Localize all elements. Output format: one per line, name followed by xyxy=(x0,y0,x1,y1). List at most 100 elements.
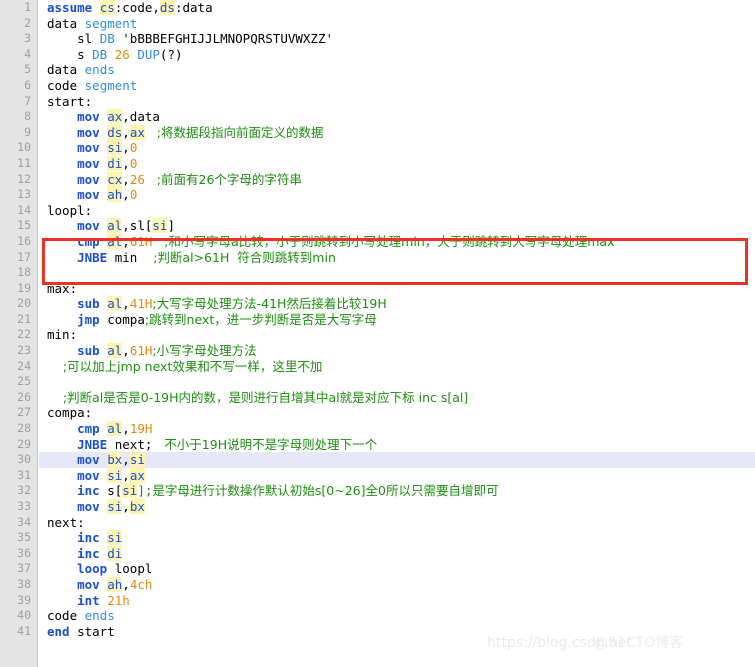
token-text: ,data xyxy=(122,109,160,125)
token-number: 19H xyxy=(129,421,153,437)
code-line-empty[interactable] xyxy=(39,265,755,281)
token-register: al xyxy=(107,218,123,234)
code-line[interactable]: s DB 26 DUP(?) xyxy=(39,47,755,63)
token-text: data xyxy=(47,15,85,31)
code-line[interactable]: sub al,41H;大写字母处理方法-41H然后接着比较19H xyxy=(39,296,755,312)
code-line[interactable]: inc di xyxy=(39,545,755,562)
token-text: min xyxy=(107,249,138,265)
token-text: , xyxy=(122,140,130,156)
token-text: next; xyxy=(107,436,153,452)
token-number: 41H xyxy=(129,296,153,312)
token-label: start: xyxy=(47,93,93,109)
line-number: 8 xyxy=(24,109,31,124)
line-number: 35 xyxy=(17,530,31,545)
code-line[interactable]: mov di,0 xyxy=(39,155,755,172)
code-line[interactable]: mov si,bx xyxy=(39,499,755,515)
line-number: 40 xyxy=(17,608,31,623)
line-number: 24 xyxy=(17,358,31,373)
code-line[interactable]: max: xyxy=(39,281,755,297)
code-line[interactable]: jmp compa;跳转到next，进一步判断是否是大写字母 xyxy=(39,312,755,328)
code-line[interactable]: sl DB 'bBBBEFGHIJJLMNOPQRSTUVWXZZ' xyxy=(39,31,755,47)
line-number: 17 xyxy=(17,249,31,264)
token-comment: ;判断al是否是0-19H内的数，是则进行自增其中al就是对应下标 inc s[… xyxy=(47,389,469,405)
token-number: 0 xyxy=(129,155,138,171)
line-number: 31 xyxy=(17,467,31,482)
code-line[interactable]: code segment xyxy=(39,78,755,94)
token-number: 21h xyxy=(107,592,130,608)
token-mnemonic: mov xyxy=(77,171,100,187)
token-mnemonic: mov xyxy=(77,155,100,171)
code-line[interactable]: code ends xyxy=(39,608,755,624)
line-number: 39 xyxy=(17,592,31,607)
code-line[interactable]: min: xyxy=(39,327,755,343)
token-mnemonic: mov xyxy=(77,467,100,483)
code-line[interactable]: ;判断al是否是0-19H内的数，是则进行自增其中al就是对应下标 inc s[… xyxy=(39,390,755,406)
code-line-empty[interactable] xyxy=(39,374,755,390)
code-line-current[interactable]: mov bx,si xyxy=(39,452,755,468)
code-line[interactable]: int 21h xyxy=(39,593,755,609)
watermark: https://blog.csdn.net@51CTO博客 xyxy=(487,632,683,652)
token-comment: ;可以加上jmp next效果和不写一样，这里不加 xyxy=(47,358,323,374)
code-line[interactable]: ;可以加上jmp next效果和不写一样，这里不加 xyxy=(39,359,755,375)
code-line[interactable]: assume cs:code,ds:data xyxy=(39,0,755,16)
token-register: cs xyxy=(99,0,115,15)
code-line[interactable]: mov si,0 xyxy=(39,140,755,156)
code-line[interactable]: mov al,sl[si] xyxy=(39,218,755,234)
code-line[interactable]: inc si xyxy=(39,530,755,546)
token-text: start xyxy=(69,623,115,639)
code-line[interactable]: JNBE min ;判断al>61H 符合则跳转到min xyxy=(39,250,755,266)
token-register: di xyxy=(107,545,123,561)
code-line[interactable]: loopl: xyxy=(39,203,755,219)
line-number: 15 xyxy=(17,218,31,233)
code-line[interactable]: mov ax,data xyxy=(39,109,755,125)
code-content[interactable]: assume cs:code,ds:data data segment sl D… xyxy=(39,0,755,667)
line-number: 2 xyxy=(24,15,31,30)
code-line[interactable]: next: xyxy=(39,515,755,531)
code-line[interactable]: compa: xyxy=(39,405,755,421)
token-comment: ;前面有26个字母的字符串 xyxy=(144,171,302,187)
token-mnemonic: loop xyxy=(77,561,108,577)
token-register: ds xyxy=(159,0,175,15)
token-text: , xyxy=(122,452,130,468)
code-line[interactable]: mov ah,4ch xyxy=(39,576,755,593)
code-line[interactable]: start: xyxy=(39,94,755,110)
code-line[interactable]: mov si,ax xyxy=(39,467,755,484)
code-line[interactable]: mov cx,26 ;前面有26个字母的字符串 xyxy=(39,171,755,188)
line-number: 29 xyxy=(17,436,31,451)
code-line[interactable]: data segment xyxy=(39,16,755,32)
code-line[interactable]: inc s[si];是字母进行计数操作默认初始s[0~26]全0所以只需要自增即… xyxy=(39,483,755,499)
token-text: :code, xyxy=(114,0,160,15)
token-mnemonic: inc xyxy=(77,545,100,561)
token-directive: DB xyxy=(92,46,108,62)
code-line[interactable]: sub al,61H;小写字母处理方法 xyxy=(39,343,755,359)
code-line[interactable]: JNBE next; 不小于19H说明不是字母则处理下一个 xyxy=(39,437,755,453)
code-line[interactable]: mov ds,ax ;将数据段指向前面定义的数据 xyxy=(39,124,755,141)
token-register: ah xyxy=(107,187,123,203)
token-register: si xyxy=(107,530,123,546)
token-text: , xyxy=(122,296,130,312)
token-register: si xyxy=(152,218,168,234)
code-line[interactable]: cmp al,61H ;和小写字母a比较，小于则跳转到小写处理min，大于则跳转… xyxy=(39,233,755,250)
token-comment: ;大写字母处理方法-41H然后接着比较19H xyxy=(152,296,387,312)
token-directive: ends xyxy=(84,608,115,624)
code-line[interactable]: loop loopl xyxy=(39,561,755,577)
token-text: , xyxy=(122,467,130,483)
token-mnemonic: mov xyxy=(77,124,100,140)
code-line[interactable]: data ends xyxy=(39,62,755,78)
token-register: ax xyxy=(107,109,123,125)
token-comment: 不小于19H说明不是字母则处理下一个 xyxy=(152,436,378,452)
line-number-gutter: 1 2 3 4 5 6 7 8 9 10 11 12 13 14 15 16 1… xyxy=(0,0,38,667)
token-register: al xyxy=(107,421,123,437)
code-line[interactable]: cmp al,19H xyxy=(39,421,755,437)
token-mnemonic: inc xyxy=(77,483,100,499)
code-editor[interactable]: 1 2 3 4 5 6 7 8 9 10 11 12 13 14 15 16 1… xyxy=(0,0,755,667)
token-mnemonic: mov xyxy=(77,109,100,125)
code-line[interactable]: mov ah,0 xyxy=(39,187,755,203)
